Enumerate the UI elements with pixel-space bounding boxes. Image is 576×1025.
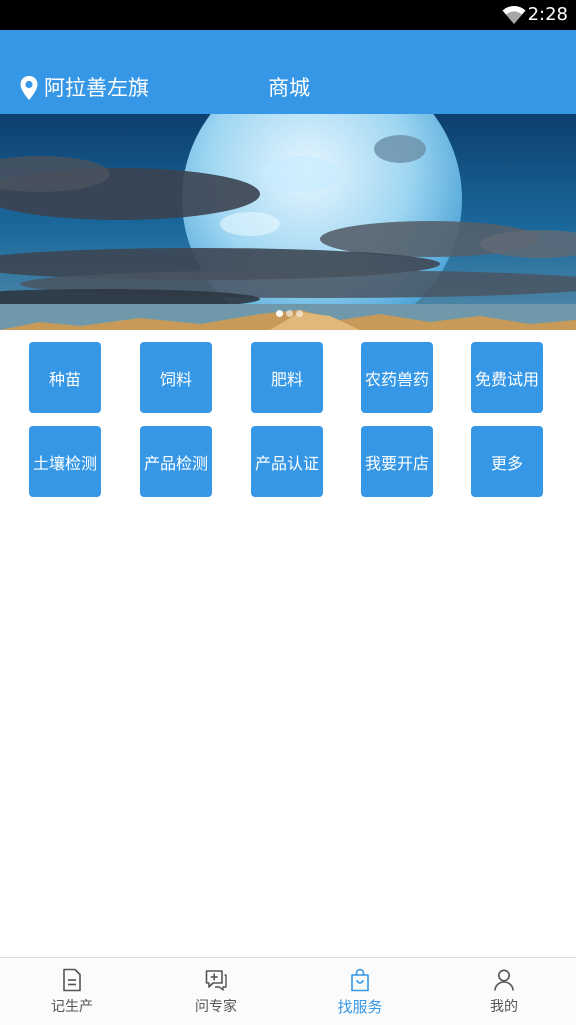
- service-label: 产品检测: [143, 453, 208, 473]
- service-open-store-button[interactable]: 我要开店: [361, 426, 433, 497]
- location-pin-icon[interactable]: [19, 75, 39, 101]
- tab-find-service[interactable]: 找服务: [288, 958, 432, 1025]
- service-product-test-button[interactable]: 产品检测: [140, 426, 212, 497]
- header-bar: 阿拉善左旗 商城: [0, 30, 576, 114]
- carousel-dot: [286, 310, 293, 317]
- location-selector[interactable]: 阿拉善左旗: [44, 74, 149, 102]
- service-label: 农药兽药: [364, 369, 429, 389]
- service-grid: 种苗 饲料 肥料 农药兽药 免费试用 土壤检测 产品检测 产品认证 我要开店 更…: [0, 342, 576, 502]
- service-pesticide-vet-button[interactable]: 农药兽药: [361, 342, 433, 413]
- carousel-indicator: [0, 310, 576, 320]
- service-label: 土壤检测: [32, 453, 97, 473]
- banner-carousel[interactable]: [0, 114, 576, 330]
- service-seedlings-button[interactable]: 种苗: [29, 342, 101, 413]
- shopping-bag-icon: [351, 968, 369, 992]
- person-icon: [494, 969, 514, 991]
- status-time: 2:28: [527, 4, 568, 25]
- tab-label: 记生产: [51, 999, 93, 1015]
- banner-image: [0, 114, 576, 330]
- page-title: 商城: [268, 76, 310, 100]
- document-icon: [63, 968, 81, 992]
- service-label: 种苗: [48, 369, 81, 389]
- tab-label: 问专家: [195, 999, 237, 1015]
- wifi-icon: [502, 6, 526, 24]
- service-label: 产品认证: [254, 453, 319, 473]
- service-label: 肥料: [270, 369, 303, 389]
- tab-label: 我的: [490, 999, 518, 1015]
- chat-plus-icon: [205, 970, 227, 991]
- service-free-trial-button[interactable]: 免费试用: [471, 342, 543, 413]
- service-certification-button[interactable]: 产品认证: [251, 426, 323, 497]
- service-label: 更多: [490, 453, 523, 473]
- tab-label: 找服务: [337, 998, 383, 1016]
- carousel-dot: [296, 310, 303, 317]
- tab-production-log[interactable]: 记生产: [0, 958, 144, 1025]
- service-fertilizer-button[interactable]: 肥料: [251, 342, 323, 413]
- tab-profile[interactable]: 我的: [432, 958, 576, 1025]
- carousel-dot-active: [276, 310, 283, 317]
- service-feed-button[interactable]: 饲料: [140, 342, 212, 413]
- bottom-tab-bar: 记生产 问专家 找服务 我的: [0, 957, 576, 1025]
- status-bar: 2:28: [0, 0, 576, 30]
- service-label: 我要开店: [364, 453, 429, 473]
- service-soil-test-button[interactable]: 土壤检测: [29, 426, 101, 497]
- service-label: 饲料: [159, 369, 192, 389]
- service-more-button[interactable]: 更多: [471, 426, 543, 497]
- service-label: 免费试用: [474, 369, 539, 389]
- tab-ask-expert[interactable]: 问专家: [144, 958, 288, 1025]
